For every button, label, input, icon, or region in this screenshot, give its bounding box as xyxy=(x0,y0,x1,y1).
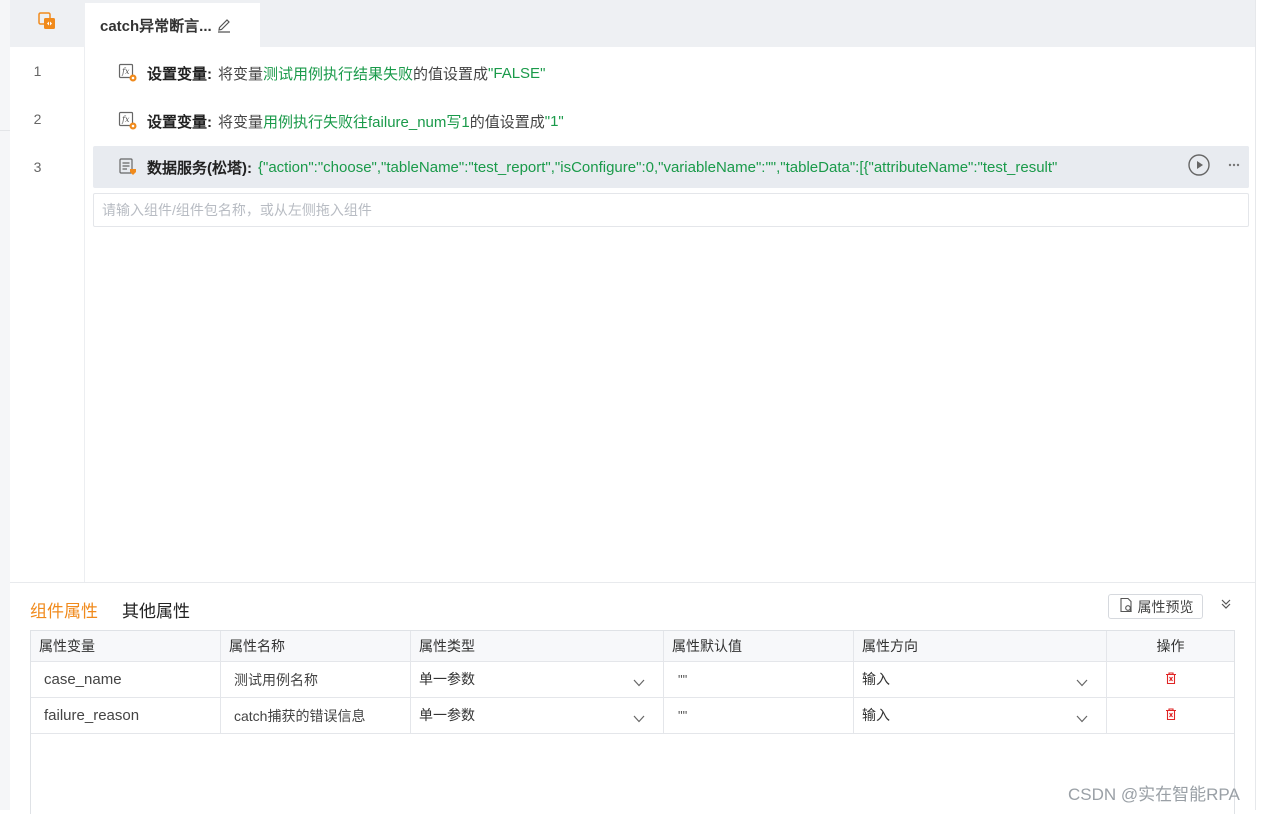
step-prefix: 将变量 xyxy=(218,65,264,83)
flow-step-set-variable[interactable]: fx 设置变量: 将变量 测试用例执行结果失败 的值设置成 "FALSE" xyxy=(93,52,1249,94)
tab-component-properties[interactable]: 组件属性 xyxy=(30,597,98,622)
name-cell[interactable]: 测试用例名称 xyxy=(221,662,411,697)
empty-cell xyxy=(31,734,221,814)
properties-tabs: 组件属性 其他属性 xyxy=(30,597,190,622)
direction-value: 输入 xyxy=(862,707,890,723)
step-title: 数据服务(松塔): xyxy=(147,159,252,177)
flow-toggle-button[interactable] xyxy=(10,0,84,47)
svg-text:fx: fx xyxy=(121,67,130,76)
properties-table: 属性变量 属性名称 属性类型 属性默认值 属性方向 操作 case_name 测… xyxy=(30,630,1235,814)
strip-divider xyxy=(0,130,10,131)
line-number: 1 xyxy=(33,63,42,79)
double-chevron-down-icon xyxy=(1220,597,1232,615)
trash-icon xyxy=(1164,707,1178,724)
type-select[interactable]: 单一参数 xyxy=(411,698,664,733)
delete-row-button[interactable] xyxy=(1107,662,1234,697)
step-title: 设置变量: xyxy=(147,113,212,131)
property-preview-button[interactable]: 属性预览 xyxy=(1108,594,1203,619)
more-icon[interactable] xyxy=(1227,158,1241,176)
step-value: "FALSE" xyxy=(488,64,546,82)
type-value: 单一参数 xyxy=(419,671,475,687)
step-variable: 用例执行失败往failure_num写1 xyxy=(263,113,470,131)
left-strip xyxy=(0,0,10,810)
type-select[interactable]: 单一参数 xyxy=(411,662,664,697)
column-header: 属性默认值 xyxy=(664,631,854,661)
step-json-params: {"action":"choose","tableName":"test_rep… xyxy=(258,158,1058,176)
table-row: case_name 测试用例名称 单一参数 "" 输入 xyxy=(31,662,1234,698)
column-header: 属性方向 xyxy=(854,631,1107,661)
column-header: 属性类型 xyxy=(411,631,664,661)
chevron-down-icon xyxy=(1076,674,1088,690)
direction-select[interactable]: 输入 xyxy=(854,698,1107,733)
collapse-panel-button[interactable] xyxy=(1217,597,1235,615)
set-variable-icon: fx xyxy=(118,111,138,131)
table-header: 属性变量 属性名称 属性类型 属性默认值 属性方向 操作 xyxy=(31,631,1234,662)
default-value-cell[interactable]: "" xyxy=(664,662,854,697)
step-middle: 的值设置成 xyxy=(413,65,489,83)
tab-bar: catch异常断言... xyxy=(10,0,1255,47)
step-middle: 的值设置成 xyxy=(469,113,545,131)
line-number: 3 xyxy=(33,159,42,175)
flow-editor: fx 设置变量: 将变量 测试用例执行结果失败 的值设置成 "FALSE" fx… xyxy=(86,47,1255,582)
variable-cell[interactable]: case_name xyxy=(31,662,221,697)
chevron-down-icon xyxy=(633,710,645,726)
delete-row-button[interactable] xyxy=(1107,698,1234,733)
step-value: "1" xyxy=(544,112,564,130)
type-value: 单一参数 xyxy=(419,707,475,723)
line-gutter: 1 2 3 xyxy=(10,47,85,582)
component-search-input[interactable]: 请输入组件/组件包名称，或从左侧拖入组件 xyxy=(93,193,1249,227)
tab-catch-assert[interactable]: catch异常断言... xyxy=(85,3,260,47)
name-cell[interactable]: catch捕获的错误信息 xyxy=(221,698,411,733)
preview-icon xyxy=(1118,597,1134,616)
svg-text:fx: fx xyxy=(121,115,130,124)
right-border xyxy=(1255,0,1256,810)
flow-step-data-service[interactable]: 数据服务(松塔): {"action":"choose","tableName"… xyxy=(93,146,1249,188)
variable-cell[interactable]: failure_reason xyxy=(31,698,221,733)
default-value-cell[interactable]: "" xyxy=(664,698,854,733)
step-tools xyxy=(1179,146,1249,188)
step-prefix: 将变量 xyxy=(218,113,264,131)
chevron-down-icon xyxy=(1076,710,1088,726)
preview-label: 属性预览 xyxy=(1137,598,1194,615)
properties-panel: 组件属性 其他属性 属性预览 属性变量 属性名称 属性类型 属性默认值 属性方向… xyxy=(10,582,1255,814)
set-variable-icon: fx xyxy=(118,63,138,83)
chevron-down-icon xyxy=(633,674,645,690)
flow-step-set-variable[interactable]: fx 设置变量: 将变量 用例执行失败往failure_num写1 的值设置成 … xyxy=(93,100,1249,142)
step-title: 设置变量: xyxy=(147,65,212,83)
trash-icon xyxy=(1164,671,1178,688)
direction-select[interactable]: 输入 xyxy=(854,662,1107,697)
table-row: failure_reason catch捕获的错误信息 单一参数 "" 输入 xyxy=(31,698,1234,734)
watermark: CSDN @实在智能RPA xyxy=(1068,785,1240,804)
line-number: 2 xyxy=(33,111,42,127)
column-header: 属性名称 xyxy=(221,631,411,661)
run-step-icon[interactable] xyxy=(1187,153,1211,181)
direction-value: 输入 xyxy=(862,671,890,687)
table-empty-area xyxy=(31,734,1234,814)
tab-title: catch异常断言... xyxy=(100,17,212,35)
column-header: 属性变量 xyxy=(31,631,221,661)
tab-other-properties[interactable]: 其他属性 xyxy=(122,597,190,622)
step-variable: 测试用例执行结果失败 xyxy=(263,65,414,83)
flow-icon xyxy=(38,12,56,35)
column-header: 操作 xyxy=(1156,638,1185,654)
data-service-icon xyxy=(118,157,138,177)
edit-icon[interactable] xyxy=(216,17,232,33)
